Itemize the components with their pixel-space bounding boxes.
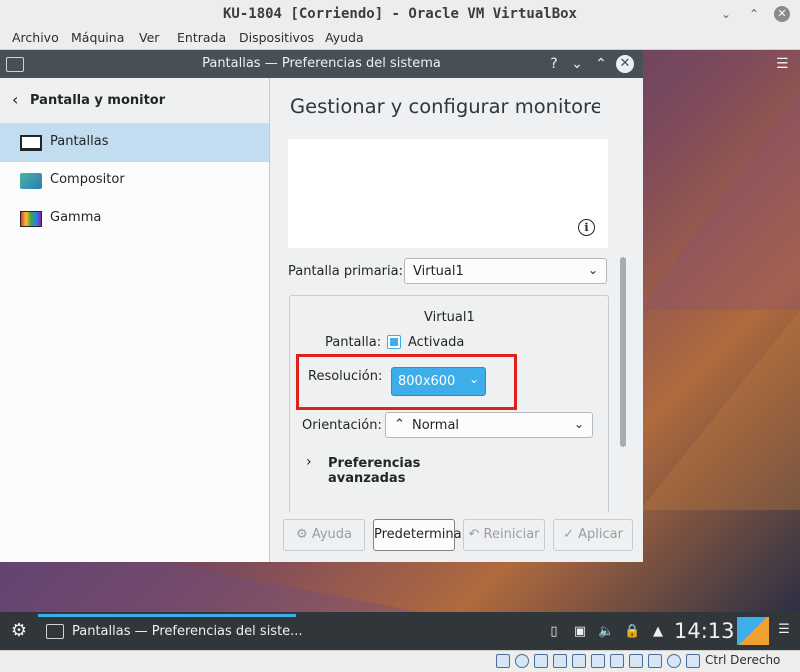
sidebar-item-pantallas[interactable]: Pantallas (0, 124, 269, 162)
vbox-window-title: KU-1804 [Corriendo] - Oracle VM VirtualB… (0, 0, 800, 28)
wallpaper-facet (640, 310, 800, 510)
primary-display-label: Pantalla primaria: (288, 264, 403, 279)
reset-icon: ↶ (468, 527, 480, 542)
window-titlebar: Pantallas — Preferencias del sistema ? ⌄… (0, 50, 643, 78)
menu-ver[interactable]: Ver (139, 30, 159, 45)
defaults-button[interactable]: Predetermina (373, 519, 462, 551)
advanced-settings-label: Preferencias avanzadas (328, 456, 421, 486)
reset-button[interactable]: ↶ Reiniciar (463, 519, 545, 551)
wallpaper-facet (640, 90, 800, 310)
vm-screen-icon[interactable] (629, 654, 643, 668)
apply-button-label: Aplicar (578, 527, 623, 542)
vbox-close-button[interactable]: ✕ (774, 6, 790, 22)
sidebar: ‹ Pantalla y monitor Pantallas Composito… (0, 78, 270, 562)
compositor-icon (20, 173, 42, 189)
window-close-button[interactable]: ✕ (616, 55, 634, 73)
orientation-label: Orientación: (302, 418, 382, 433)
lock-icon[interactable]: 🔒 (624, 624, 640, 640)
maximize-window-icon[interactable]: ⌃ (592, 55, 610, 73)
defaults-button-label: Predetermina (374, 527, 462, 542)
annotation-highlight-box (296, 354, 517, 410)
show-desktop-icon[interactable] (737, 617, 769, 645)
shared-folder-icon[interactable] (572, 654, 586, 668)
scrollbar[interactable] (620, 257, 626, 447)
tray-expand-icon[interactable]: ▲ (650, 624, 666, 640)
orientation-combo[interactable]: ⌃ Normal ⌄ (385, 412, 593, 438)
host-key-label: Ctrl Derecho (705, 653, 781, 667)
keyboard-capture-icon[interactable] (686, 654, 700, 668)
monitor-preview[interactable] (288, 139, 608, 248)
apply-button[interactable]: ✓ Aplicar (553, 519, 633, 551)
minimize-icon[interactable]: ⌄ (718, 6, 734, 22)
volume-icon[interactable]: 🔈 (598, 624, 614, 640)
help-button[interactable]: ⚙ Ayuda (283, 519, 365, 551)
reset-button-label: Reiniciar (483, 527, 540, 542)
chevron-down-icon: ⌄ (587, 263, 598, 277)
vbox-statusbar: Ctrl Derecho (0, 650, 800, 672)
audio-icon[interactable] (515, 654, 529, 668)
primary-display-value: Virtual1 (413, 264, 464, 279)
help-button-label: Ayuda (311, 527, 352, 542)
sidebar-back-label: Pantalla y monitor (30, 93, 166, 108)
display-icon[interactable] (591, 654, 605, 668)
menu-archivo[interactable]: Archivo (12, 30, 59, 45)
primary-display-combo[interactable]: Virtual1 ⌄ (404, 258, 607, 284)
menu-entrada[interactable]: Entrada (177, 30, 226, 45)
menu-ayuda[interactable]: Ayuda (325, 30, 364, 45)
gamma-icon (20, 211, 42, 227)
task-button[interactable]: Pantallas — Preferencias del siste... (72, 624, 303, 639)
network-adapter-icon[interactable] (534, 654, 548, 668)
sidebar-item-label: Compositor (50, 172, 125, 187)
help-button-icon: ⚙ (296, 527, 308, 542)
screen-label: Pantalla: (325, 335, 382, 350)
menu-dispositivos[interactable]: Dispositivos (239, 30, 314, 45)
checkmark-icon: ✓ (563, 527, 574, 542)
orientation-up-icon: ⌃ (394, 417, 405, 432)
output-name: Virtual1 (424, 310, 475, 325)
maximize-icon[interactable]: ⌃ (746, 6, 762, 22)
info-icon[interactable]: i (578, 219, 595, 236)
virtualization-icon[interactable] (648, 654, 662, 668)
enabled-label: Activada (408, 335, 465, 350)
sidebar-item-compositor[interactable]: Compositor (0, 162, 269, 200)
clock[interactable]: 14:13 (674, 619, 735, 643)
orientation-value: Normal (412, 418, 460, 433)
help-icon[interactable]: ? (545, 55, 563, 73)
advanced-settings-expander[interactable]: › Preferencias avanzadas (306, 454, 486, 486)
menu-maquina[interactable]: Máquina (71, 30, 124, 45)
kde-launcher-icon[interactable]: ⚙ (7, 619, 31, 643)
enabled-checkbox[interactable] (387, 335, 401, 349)
sidebar-item-gamma[interactable]: Gamma (0, 200, 269, 238)
chevron-left-icon: ‹ (12, 90, 19, 109)
desktop-menu-icon[interactable]: ☰ (776, 56, 790, 72)
optical-drive-icon[interactable] (496, 654, 510, 668)
sidebar-back-button[interactable]: ‹ Pantalla y monitor (0, 78, 269, 124)
vbox-menubar: Archivo Máquina Ver Entrada Dispositivos… (0, 28, 800, 50)
minimize-window-icon[interactable]: ⌄ (568, 55, 586, 73)
mouse-integration-icon[interactable] (667, 654, 681, 668)
chevron-right-icon: › (306, 454, 312, 470)
task-app-icon (46, 624, 64, 639)
panel-menu-icon[interactable]: ☰ (776, 622, 792, 638)
video-capture-icon[interactable] (610, 654, 624, 668)
active-task-indicator (38, 614, 296, 617)
usb-icon[interactable]: ▯ (546, 624, 562, 640)
sidebar-item-label: Pantallas (50, 134, 109, 149)
chevron-down-icon: ⌄ (573, 417, 584, 431)
sidebar-item-label: Gamma (50, 210, 102, 225)
page-title: Gestionar y configurar monitores y panta… (290, 95, 600, 118)
monitor-icon (20, 135, 42, 151)
network-icon[interactable]: ▣ (572, 624, 588, 640)
usb-device-icon[interactable] (553, 654, 567, 668)
